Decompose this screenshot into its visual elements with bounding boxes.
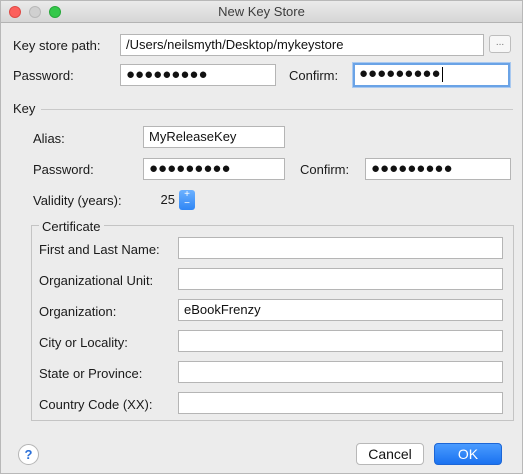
key-store-path-field[interactable]: /Users/neilsmyth/Desktop/mykeystore [120, 34, 484, 56]
certificate-field-label: City or Locality: [39, 335, 128, 350]
key-password-field[interactable]: ●●●●●●●●● [143, 158, 285, 180]
certificate-field-label: Organizational Unit: [39, 273, 154, 288]
keystore-confirm-label: Confirm: [289, 68, 339, 83]
title-bar: New Key Store [1, 1, 522, 23]
key-section-divider [41, 109, 513, 110]
validity-value: 25 [160, 192, 175, 207]
key-password-label: Password: [33, 162, 94, 177]
key-confirm-label: Confirm: [300, 162, 350, 177]
certificate-field-label: State or Province: [39, 366, 143, 381]
alias-field[interactable]: MyReleaseKey [143, 126, 285, 148]
ok-button[interactable]: OK [434, 443, 502, 465]
certificate-field-input[interactable] [178, 361, 503, 383]
keystore-password-field[interactable]: ●●●●●●●●● [120, 64, 276, 86]
alias-label: Alias: [33, 131, 65, 146]
key-store-path-label: Key store path: [13, 38, 101, 53]
validity-stepper[interactable]: 25 + − [143, 190, 195, 210]
validity-label: Validity (years): [33, 193, 122, 208]
text-caret [441, 66, 443, 82]
certificate-field-label: Organization: [39, 304, 117, 319]
certificate-field-label: Country Code (XX): [39, 397, 153, 412]
keystore-confirm-value: ●●●●●●●●● [359, 65, 441, 82]
stepper-arrows-icon[interactable]: + − [179, 190, 195, 210]
key-confirm-field[interactable]: ●●●●●●●●● [365, 158, 511, 180]
key-section-label: Key [13, 101, 36, 116]
certificate-section-label: Certificate [39, 219, 104, 234]
window-title: New Key Store [218, 4, 305, 19]
certificate-field-input[interactable] [178, 268, 503, 290]
new-key-store-dialog: New Key Store Key store path: /Users/nei… [0, 0, 523, 474]
keystore-confirm-field[interactable]: ●●●●●●●●● [353, 63, 510, 87]
help-button[interactable]: ? [18, 444, 39, 465]
certificate-field-label: First and Last Name: [39, 242, 160, 257]
certificate-field-input[interactable] [178, 392, 503, 414]
certificate-field-input[interactable] [178, 237, 503, 259]
keystore-password-label: Password: [13, 68, 74, 83]
browse-button[interactable]: ... [489, 35, 511, 53]
cancel-button[interactable]: Cancel [356, 443, 424, 465]
certificate-field-input[interactable]: eBookFrenzy [178, 299, 503, 321]
certificate-field-input[interactable] [178, 330, 503, 352]
